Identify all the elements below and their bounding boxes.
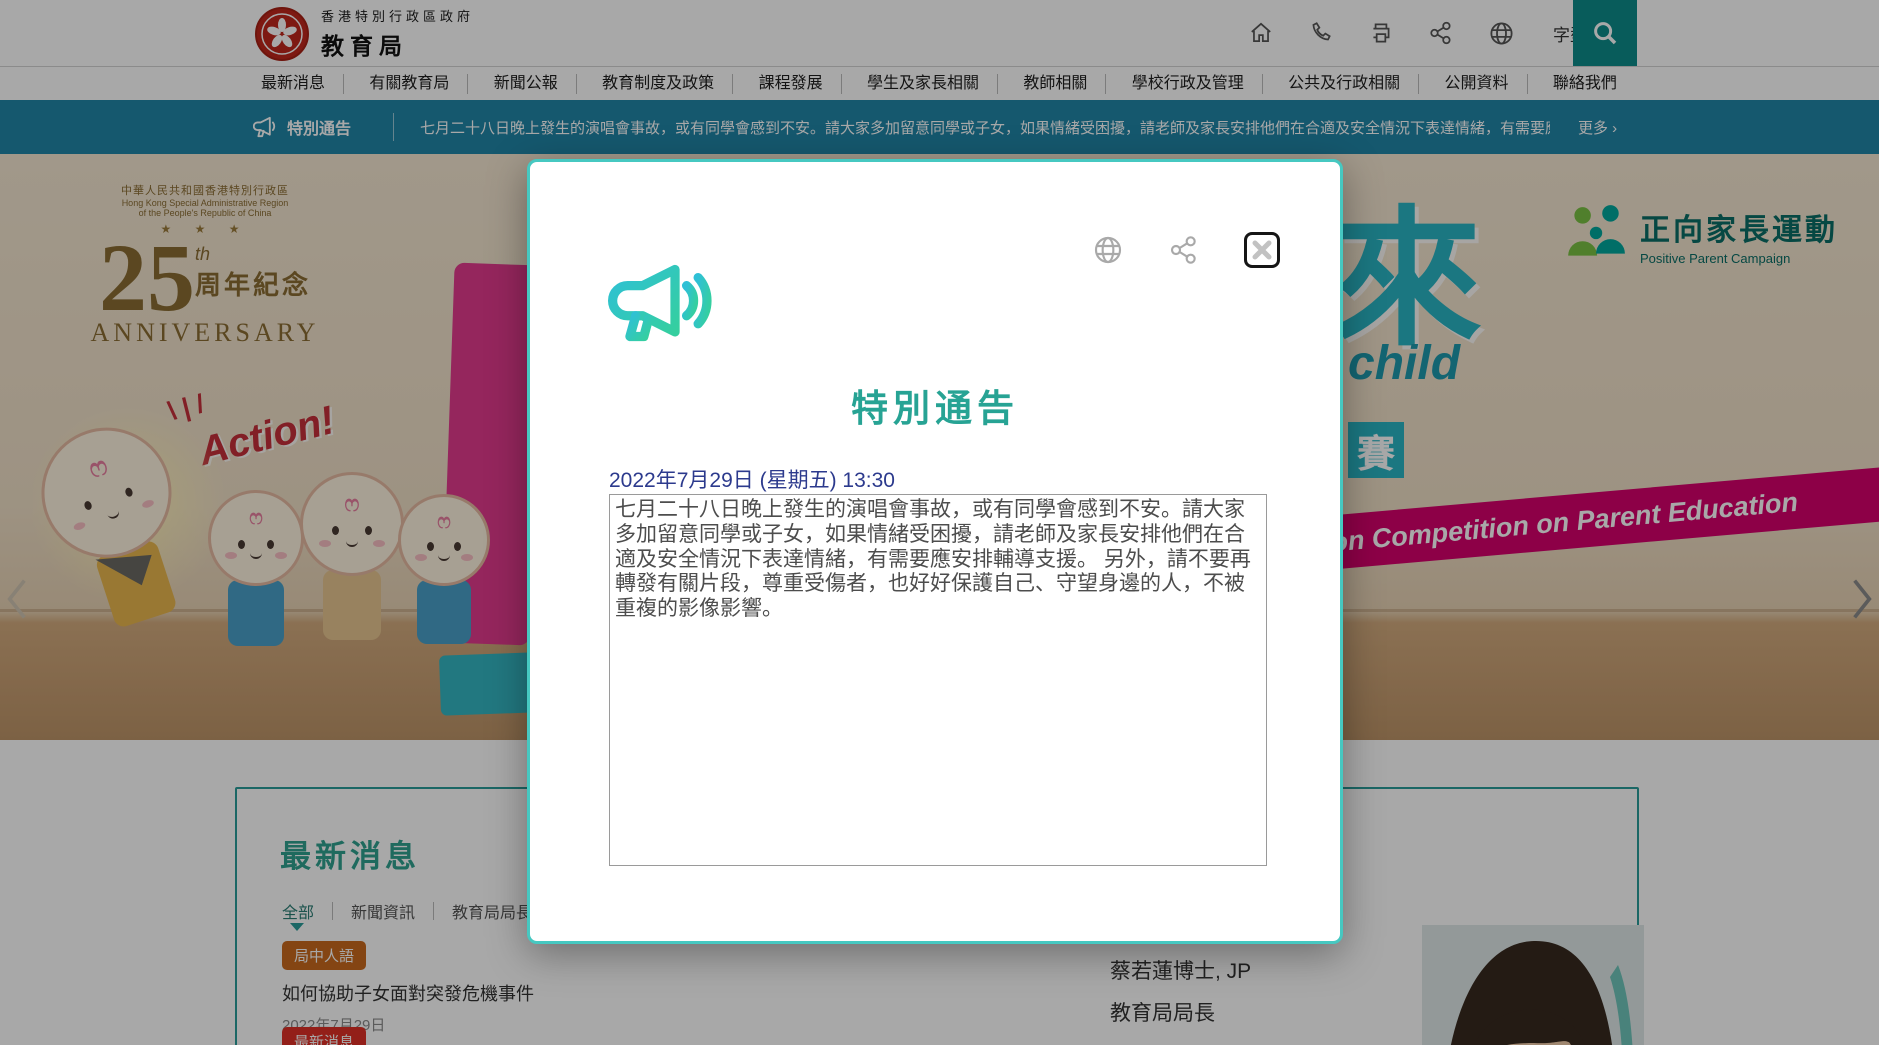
modal-toolbar [1092, 232, 1280, 268]
modal-close-button[interactable] [1244, 232, 1280, 268]
share-icon[interactable] [1168, 234, 1200, 266]
special-announcement-modal: 特別通告 2022年7月29日 (星期五) 13:30 七月二十八日晚上發生的演… [527, 159, 1343, 944]
edb-homepage: 香港特別行政區政府 教育局 字型大小 [0, 0, 1879, 1045]
modal-datetime: 2022年7月29日 (星期五) 13:30 [609, 464, 895, 494]
close-x-icon [1251, 239, 1273, 261]
megaphone-icon [608, 262, 712, 349]
modal-title: 特別通告 [530, 378, 1340, 432]
language-globe-icon[interactable] [1092, 234, 1124, 266]
modal-notice-text: 七月二十八日晚上發生的演唱會事故，或有同學會感到不安。請大家多加留意同學或子女，… [609, 494, 1267, 866]
